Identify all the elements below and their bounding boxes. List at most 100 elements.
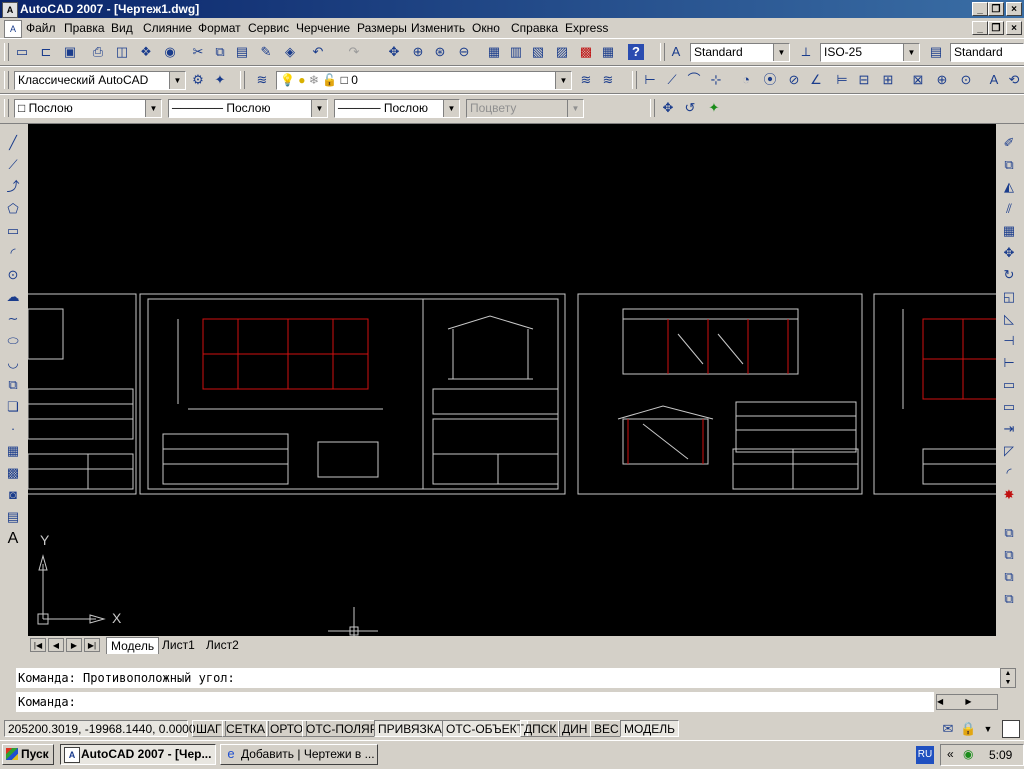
linetype-select[interactable]: ────── Послою ▼ — [168, 99, 328, 118]
command-hscrollbar[interactable]: ◀ ▶ — [936, 694, 998, 710]
tolerance-icon[interactable]: ⊠ — [910, 72, 926, 88]
erase-icon[interactable]: ✐ — [1000, 134, 1018, 152]
prev-tab-button[interactable]: ◀ — [48, 638, 64, 652]
toolbar-grip[interactable] — [4, 43, 9, 61]
stretch-icon[interactable]: ◺ — [1000, 310, 1018, 328]
dim-style-select[interactable]: ISO-25 ▼ — [820, 43, 920, 62]
circle-icon[interactable]: ⊙ — [4, 266, 22, 284]
undo-icon[interactable]: ↶ — [310, 44, 326, 60]
paste-icon[interactable]: ▤ — [234, 44, 250, 60]
zoom-realtime-icon[interactable]: ⊕ — [410, 44, 426, 60]
tab-layout1[interactable]: Лист1 — [158, 637, 199, 653]
menu-file[interactable]: Файл — [26, 21, 56, 35]
snap-toggle[interactable]: ШАГ — [192, 720, 226, 737]
workspace-select[interactable]: Классический AutoCAD ▼ — [14, 71, 186, 90]
calculator-icon[interactable]: ▦ — [600, 44, 616, 60]
menu-express[interactable]: Express — [565, 21, 608, 35]
chevron-down-icon[interactable]: ▼ — [443, 100, 459, 117]
command-scrollbar[interactable]: ▲ ▼ — [1000, 668, 1016, 688]
lwt-toggle[interactable]: ВЕС — [590, 720, 623, 737]
tab-model[interactable]: Модель — [106, 637, 160, 655]
print-icon[interactable]: ⎙ — [90, 44, 106, 60]
restore-button[interactable]: ❐ — [988, 2, 1004, 16]
construction-line-icon[interactable]: ⟋ — [4, 156, 22, 174]
toolbar-grip[interactable] — [650, 99, 655, 117]
zoom-window-icon[interactable]: ⊛ — [432, 44, 448, 60]
text-style-select[interactable]: Standard ▼ — [690, 43, 790, 62]
doc-minimize-button[interactable]: _ — [972, 21, 988, 35]
chamfer-icon[interactable]: ◸ — [1000, 442, 1018, 460]
polygon-icon[interactable]: ⬠ — [4, 200, 22, 218]
grid-toggle[interactable]: СЕТКА — [222, 720, 269, 737]
make-block-icon[interactable]: ❏ — [4, 398, 22, 416]
insert-block-icon[interactable]: ⧉ — [4, 376, 22, 394]
arc-length-icon[interactable]: ⌒ — [686, 72, 702, 88]
minimize-button[interactable]: _ — [972, 2, 988, 16]
my-workspace-icon[interactable]: ✦ — [212, 72, 228, 88]
dim-edit-icon[interactable]: ⊙ — [958, 72, 974, 88]
array-icon[interactable]: ▦ — [1000, 222, 1018, 240]
toolbar-grip[interactable] — [4, 71, 9, 89]
markup-icon[interactable]: ▩ — [578, 44, 594, 60]
tray-app-icon[interactable]: ◉ — [963, 747, 973, 761]
autocad-app-icon[interactable]: A — [2, 2, 18, 18]
offset-icon[interactable]: ⫽ — [1000, 200, 1018, 218]
bring-to-front-icon[interactable]: ⧉ — [1000, 546, 1018, 564]
menu-format[interactable]: Формат — [198, 21, 241, 35]
spline-icon[interactable]: ∼ — [4, 310, 22, 328]
dim-text-edit-icon[interactable]: A — [986, 72, 1002, 88]
otrack-toggle[interactable]: ОТС-ОБЪЕКТ — [442, 720, 528, 737]
doc-restore-button[interactable]: ❐ — [988, 21, 1004, 35]
menu-view[interactable]: Вид — [111, 21, 133, 35]
save-icon[interactable]: ▣ — [62, 44, 78, 60]
language-indicator[interactable]: RU — [916, 746, 934, 764]
ortho-toggle[interactable]: ОРТО — [266, 720, 307, 737]
dim-style-icon[interactable]: ⟂ — [798, 44, 814, 60]
drawing-canvas[interactable]: Y X — [28, 124, 996, 636]
draw-order-icon[interactable]: ⧉ — [1000, 524, 1018, 542]
ucs-icon[interactable]: ✥ — [660, 100, 676, 116]
menu-window[interactable]: Окно — [472, 21, 500, 35]
join-icon[interactable]: ⇥ — [1000, 420, 1018, 438]
document-icon[interactable]: A — [4, 20, 22, 38]
new-icon[interactable]: ▭ — [14, 44, 30, 60]
make-current-layer-icon[interactable]: ≋ — [578, 72, 594, 88]
copy-object-icon[interactable]: ⧉ — [1000, 156, 1018, 174]
cut-icon[interactable]: ✂ — [190, 44, 206, 60]
open-icon[interactable]: ⊏ — [38, 44, 54, 60]
chevron-down-icon[interactable]: ▼ — [145, 100, 161, 117]
block-editor-icon[interactable]: ◈ — [282, 44, 298, 60]
line-icon[interactable]: ╱ — [4, 134, 22, 152]
dyn-toggle[interactable]: ДИН — [558, 720, 592, 737]
clean-screen-icon[interactable] — [1002, 720, 1020, 738]
next-tab-button[interactable]: ▶ — [66, 638, 82, 652]
match-properties-icon[interactable]: ✎ — [258, 44, 274, 60]
jogged-dim-icon[interactable]: ⦿ — [762, 72, 778, 88]
menu-help[interactable]: Справка — [511, 21, 558, 35]
aligned-dim-icon[interactable]: ⟋ — [664, 72, 680, 88]
close-button[interactable]: × — [1006, 2, 1022, 16]
point-icon[interactable]: · — [4, 420, 22, 438]
polyline-icon[interactable]: ⤴ — [4, 178, 22, 196]
hatch-icon[interactable]: ▦ — [4, 442, 22, 460]
break-at-point-icon[interactable]: ▭ — [1000, 376, 1018, 394]
continue-dim-icon[interactable]: ⊞ — [880, 72, 896, 88]
communication-center-icon[interactable]: ✉ — [940, 721, 956, 737]
toolbar-grip[interactable] — [632, 71, 637, 89]
layer-select[interactable]: 💡 ● ❄ 🔓 □ 0 ▼ — [276, 71, 572, 90]
menu-tools[interactable]: Сервис — [248, 21, 289, 35]
break-icon[interactable]: ▭ — [1000, 398, 1018, 416]
menu-draw[interactable]: Черчение — [296, 21, 350, 35]
copy-icon[interactable]: ⧉ — [212, 44, 228, 60]
publish-icon[interactable]: ❖ — [138, 44, 154, 60]
pan-icon[interactable]: ✥ — [386, 44, 402, 60]
preview-icon[interactable]: ◫ — [114, 44, 130, 60]
chevron-down-icon[interactable]: ▼ — [773, 44, 789, 61]
toolbar-grip[interactable] — [660, 43, 665, 61]
status-menu-chevron-icon[interactable]: ▼ — [982, 721, 994, 737]
redo-icon[interactable]: ↷ — [346, 44, 362, 60]
rotate-icon[interactable]: ↻ — [1000, 266, 1018, 284]
text-style-icon[interactable]: A — [668, 44, 684, 60]
baseline-dim-icon[interactable]: ⊟ — [856, 72, 872, 88]
task-autocad[interactable]: A AutoCAD 2007 - [Чер... — [60, 744, 216, 765]
